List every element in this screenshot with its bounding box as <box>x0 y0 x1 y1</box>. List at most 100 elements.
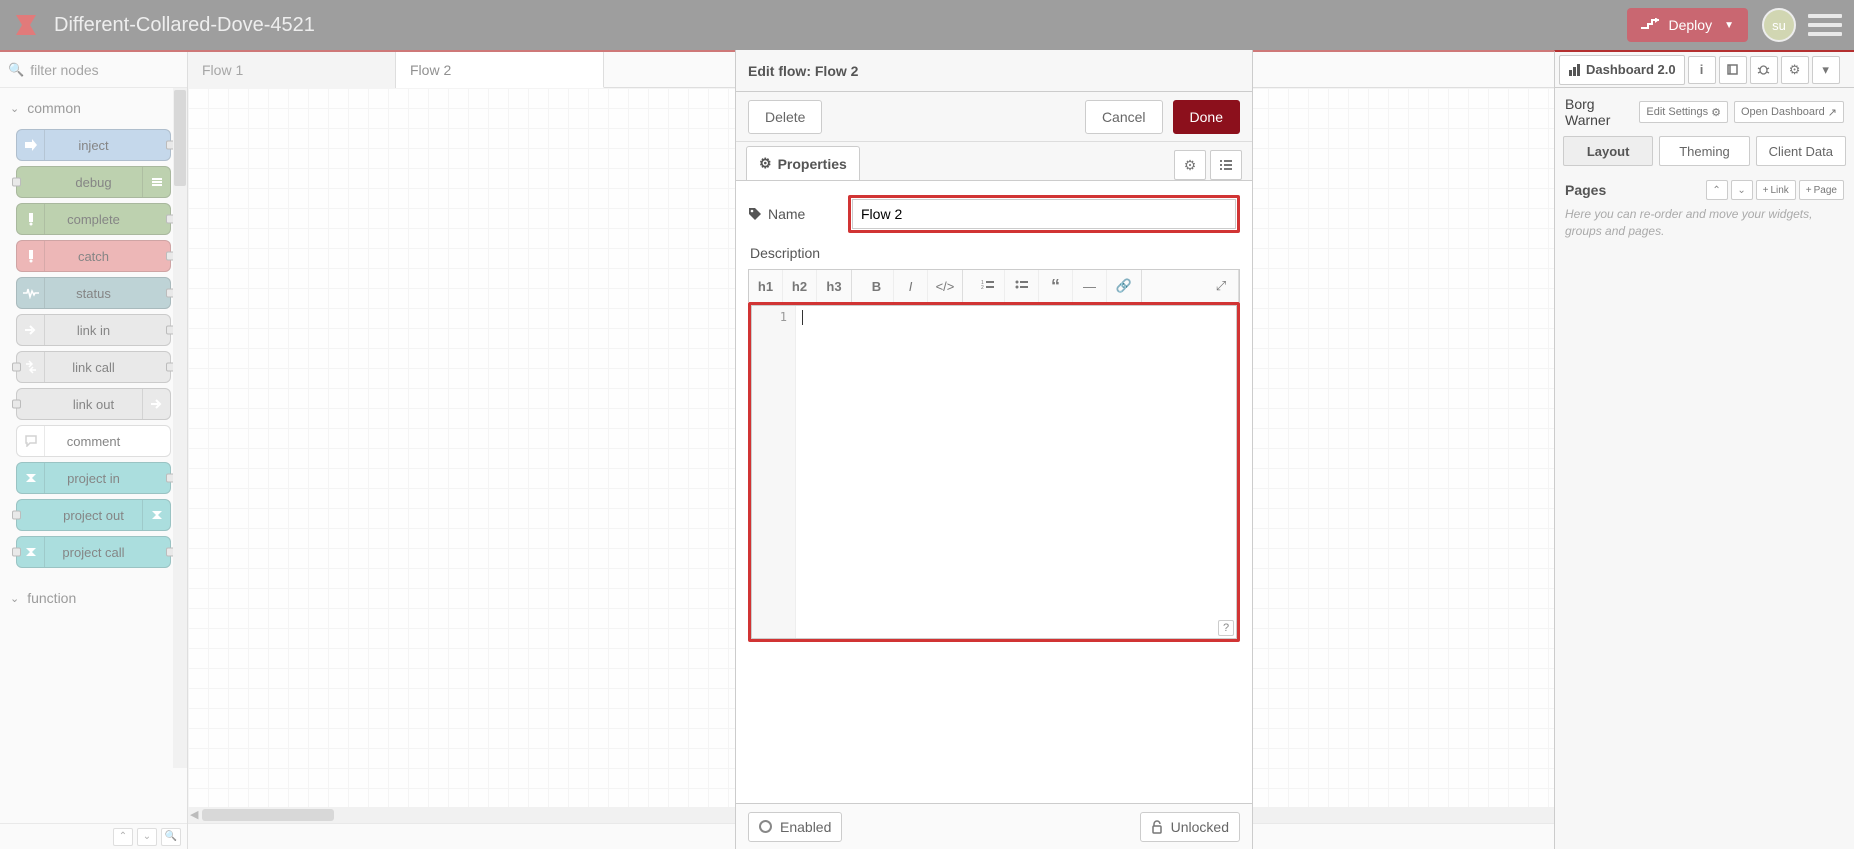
env-vars-button[interactable]: ⚙ <box>1174 150 1206 180</box>
input-port <box>12 548 21 557</box>
palette-node-catch[interactable]: catch <box>16 240 171 272</box>
palette-node-link-in[interactable]: link in <box>16 314 171 346</box>
plus-icon: + <box>1763 185 1769 196</box>
palette-node-inject[interactable]: inject <box>16 129 171 161</box>
md-ol-button[interactable]: 12 <box>971 270 1005 302</box>
md-h1-button[interactable]: h1 <box>749 270 783 302</box>
inject-icon <box>17 130 45 160</box>
sidebar-tab-dashboard[interactable]: Dashboard 2.0 <box>1559 55 1685 85</box>
md-bold-button[interactable]: B <box>860 270 894 302</box>
unlock-icon <box>1151 820 1163 834</box>
input-port <box>12 178 21 187</box>
md-ul-button[interactable] <box>1005 270 1039 302</box>
md-italic-button[interactable]: I <box>894 270 928 302</box>
pages-hint: Here you can re-order and move your widg… <box>1565 206 1844 240</box>
sidebar: Dashboard 2.0 i ⚙ ▾ Borg Warner Edit Set… <box>1554 50 1854 849</box>
node-label: link call <box>72 360 115 375</box>
avatar-initials: su <box>1772 18 1786 33</box>
collapse-all-button[interactable]: ⌃ <box>1706 180 1728 200</box>
tray-body: Name Description h1 h2 h3 B I </> 12 “ <box>736 180 1252 803</box>
expand-all-button[interactable]: ⌄ <box>1731 180 1753 200</box>
palette-category-common[interactable]: ⌄ common <box>6 92 181 124</box>
palette: 🔍 ⌄ common inject debug complete <box>0 52 188 849</box>
scrollbar-thumb[interactable] <box>202 809 334 821</box>
add-link-button[interactable]: + Link <box>1756 180 1796 200</box>
sidebar-tab-help[interactable] <box>1719 56 1747 84</box>
editor-help-button[interactable]: ? <box>1218 620 1234 636</box>
palette-collapse-up-button[interactable]: ⌃ <box>113 828 133 846</box>
debug-icon <box>142 167 170 197</box>
sub-tab-layout[interactable]: Layout <box>1563 136 1653 166</box>
md-expand-button[interactable]: ⤢ <box>1204 270 1238 302</box>
locked-toggle[interactable]: Unlocked <box>1140 812 1240 842</box>
catch-icon <box>17 241 45 271</box>
scrollbar-thumb[interactable] <box>174 90 186 186</box>
edit-settings-button[interactable]: Edit Settings ⚙ <box>1639 101 1728 123</box>
palette-node-status[interactable]: status <box>16 277 171 309</box>
project-name: Borg Warner <box>1565 96 1633 128</box>
done-button[interactable]: Done <box>1173 100 1240 134</box>
list-view-button[interactable] <box>1210 150 1242 180</box>
pages-section: Pages ⌃ ⌄ + Link + Page Here you can re-… <box>1555 174 1854 246</box>
md-h3-button[interactable]: h3 <box>817 270 851 302</box>
deploy-label: Deploy <box>1669 17 1713 33</box>
palette-node-complete[interactable]: complete <box>16 203 171 235</box>
tray-actions: Delete Cancel Done <box>736 92 1252 142</box>
cancel-button[interactable]: Cancel <box>1085 100 1163 134</box>
palette-collapse-down-button[interactable]: ⌄ <box>137 828 157 846</box>
node-label: status <box>76 286 111 301</box>
palette-node-comment[interactable]: comment <box>16 425 171 457</box>
palette-node-debug[interactable]: debug <box>16 166 171 198</box>
properties-tab[interactable]: ⚙ Properties <box>746 146 860 180</box>
palette-category-function[interactable]: ⌄ function <box>6 582 181 614</box>
open-dashboard-button[interactable]: Open Dashboard ↗ <box>1734 101 1844 123</box>
sidebar-tab-info[interactable]: i <box>1688 56 1716 84</box>
editor-content[interactable] <box>796 306 1236 638</box>
flow-name-input[interactable] <box>852 199 1236 229</box>
md-link-button[interactable]: 🔗 <box>1107 270 1141 302</box>
sub-tab-client-data[interactable]: Client Data <box>1756 136 1846 166</box>
toggle-indicator-icon <box>759 820 772 833</box>
palette-scrollbar[interactable] <box>173 88 187 768</box>
md-hr-button[interactable]: — <box>1073 270 1107 302</box>
complete-icon <box>17 204 45 234</box>
tray-tabs-row: ⚙ Properties ⚙ <box>736 142 1252 180</box>
palette-node-link-call[interactable]: link call <box>16 351 171 383</box>
sidebar-tab-debug[interactable] <box>1750 56 1778 84</box>
md-quote-button[interactable]: “ <box>1039 270 1073 302</box>
node-label: project in <box>67 471 120 486</box>
enabled-toggle[interactable]: Enabled <box>748 812 842 842</box>
link-in-icon <box>17 315 45 345</box>
palette-toggle-button[interactable]: 🔍 <box>161 828 181 846</box>
md-h2-button[interactable]: h2 <box>783 270 817 302</box>
name-label: Name <box>748 206 848 222</box>
flow-tab-2[interactable]: Flow 2 <box>396 52 604 88</box>
deploy-button[interactable]: Deploy ▼ <box>1627 8 1749 42</box>
user-avatar[interactable]: su <box>1762 8 1796 42</box>
md-code-button[interactable]: </> <box>928 270 962 302</box>
app-header: Different-Collared-Dove-4521 Deploy ▼ su <box>0 0 1854 50</box>
sub-tab-theming[interactable]: Theming <box>1659 136 1749 166</box>
delete-button[interactable]: Delete <box>748 100 822 134</box>
palette-node-project-in[interactable]: project in <box>16 462 171 494</box>
sidebar-tab-config[interactable]: ⚙ <box>1781 56 1809 84</box>
add-page-button[interactable]: + Page <box>1799 180 1844 200</box>
description-editor[interactable]: 1 ? <box>751 305 1237 639</box>
tray-footer: Enabled Unlocked <box>736 803 1252 849</box>
palette-node-link-out[interactable]: link out <box>16 388 171 420</box>
text-cursor <box>802 310 803 325</box>
palette-search[interactable]: 🔍 <box>0 52 187 88</box>
main-menu-button[interactable] <box>1808 8 1842 42</box>
palette-body: ⌄ common inject debug complete catch <box>0 88 187 823</box>
palette-node-project-out[interactable]: project out <box>16 499 171 531</box>
sidebar-tabs: Dashboard 2.0 i ⚙ ▾ <box>1555 52 1854 88</box>
palette-search-input[interactable] <box>30 62 179 78</box>
input-port <box>12 511 21 520</box>
scroll-left-arrow-icon[interactable]: ◀ <box>190 808 198 821</box>
chevron-down-icon: ⌄ <box>10 592 19 605</box>
project-in-icon <box>17 463 45 493</box>
link-out-icon <box>142 389 170 419</box>
palette-node-project-call[interactable]: project call <box>16 536 171 568</box>
sidebar-tab-more[interactable]: ▾ <box>1812 56 1840 84</box>
flow-tab-1[interactable]: Flow 1 <box>188 52 396 88</box>
